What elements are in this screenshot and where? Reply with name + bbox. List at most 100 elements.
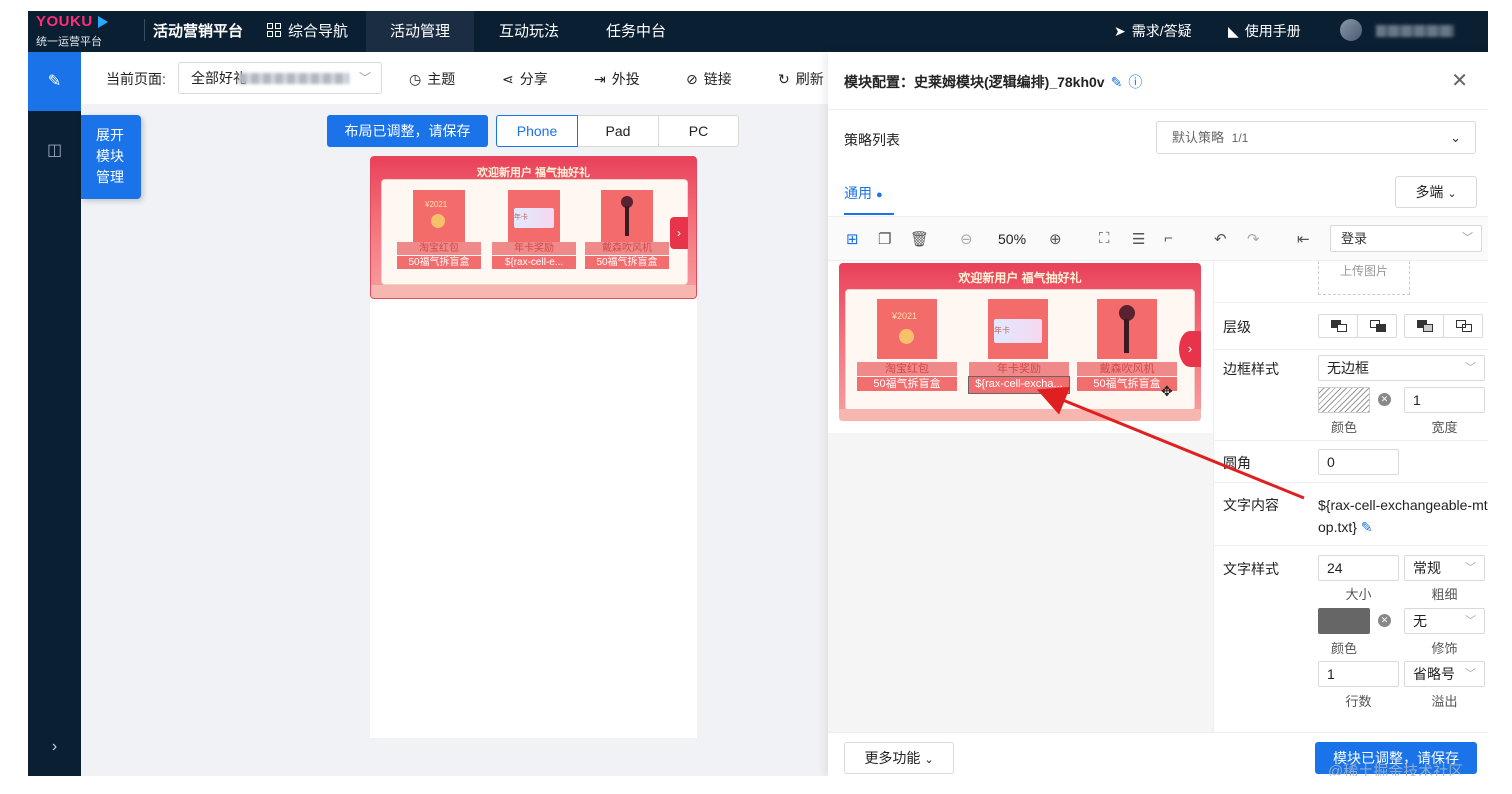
device-phone[interactable]: Phone — [496, 115, 578, 147]
strategy-label: 策略列表 — [844, 132, 900, 148]
login-state-select[interactable]: 登录 ﹀ — [1330, 225, 1482, 252]
lottery-banner-large[interactable]: 欢迎新用户 福气抽好礼 ¥2021 年卡 淘宝红包 50福气拆盲盒 年卡奖励 $… — [839, 263, 1201, 421]
gauge-icon: ◷ — [409, 71, 422, 87]
send-backward-icon[interactable] — [1357, 314, 1397, 338]
bring-to-front-icon[interactable] — [1404, 314, 1444, 338]
fit-screen-icon[interactable]: ⛶ — [1099, 230, 1110, 247]
redo-icon[interactable]: ↷ — [1247, 230, 1260, 248]
card-icon: 年卡 — [988, 299, 1048, 359]
avatar[interactable] — [1340, 19, 1362, 41]
banner-bottom — [839, 409, 1201, 421]
divider — [144, 19, 145, 41]
bring-forward-icon[interactable] — [1318, 314, 1358, 338]
tool-label: 链接 — [703, 71, 732, 87]
zoom-in-icon[interactable]: ⊕ — [1049, 230, 1062, 248]
red-envelope-icon: ¥2021 — [877, 299, 937, 359]
decoration-label: 修饰 — [1431, 641, 1458, 656]
edit-icon[interactable]: ✎ — [1361, 519, 1373, 535]
text-content-text: ${rax-cell-exchangeable-mtop.txt} — [1318, 497, 1488, 535]
lottery-banner-small[interactable]: 欢迎新用户 福气抽好礼 ¥2021 年卡 淘宝红包 50福气拆盲盒 年卡奖励 $… — [370, 156, 697, 299]
send-to-back-icon[interactable] — [1443, 314, 1483, 338]
font-weight-select[interactable]: 常规 ﹀ — [1404, 555, 1485, 581]
editor-canvas[interactable]: 欢迎新用户 福气抽好礼 ¥2021 年卡 淘宝红包 50福气拆盲盒 年卡奖励 $… — [828, 261, 1213, 732]
chevron-right-icon[interactable]: › — [670, 217, 688, 249]
panel-title-text: 模块配置：史莱姆模块(逻辑编排)_78kh0v — [844, 74, 1105, 90]
youku-logo[interactable]: YOUKU 统一运营平台 — [36, 13, 131, 49]
layout-save-hint[interactable]: 布局已调整，请保存 — [327, 115, 488, 147]
expand-line: 模块 — [96, 148, 124, 164]
clear-icon[interactable]: ✕ — [1378, 393, 1391, 406]
help-icon[interactable]: ⓘ — [1128, 74, 1142, 90]
chevron-right-icon[interactable]: › — [28, 738, 81, 756]
user-name-blurred[interactable] — [1376, 25, 1454, 37]
selected-text-element[interactable]: ${rax-cell-excha... — [968, 376, 1070, 394]
clear-icon[interactable]: ✕ — [1378, 614, 1391, 627]
nav-interactive-play[interactable]: 互动玩法 — [499, 11, 559, 52]
manual-label: 使用手册 — [1244, 23, 1301, 39]
phone-preview: 欢迎新用户 福气抽好礼 ¥2021 年卡 淘宝红包 50福气拆盲盒 年卡奖励 $… — [370, 156, 697, 738]
copy-icon[interactable]: ❐ — [878, 230, 891, 248]
blurred-text — [239, 73, 349, 84]
radius-input[interactable]: 0 — [1318, 449, 1399, 475]
color-label: 颜色 — [1330, 420, 1357, 435]
chevron-right-icon[interactable]: › — [1179, 331, 1201, 367]
nav-task-center[interactable]: 任务中台 — [606, 11, 666, 52]
chevron-down-icon: ﹀ — [1465, 615, 1476, 627]
add-icon[interactable]: ⊞ — [846, 230, 859, 248]
undo-icon[interactable]: ↶ — [1214, 230, 1227, 248]
left-sidebar: ✎ ◫ › — [28, 52, 81, 776]
page-select[interactable]: 全部好礼 ﹀ — [178, 62, 382, 94]
border-width-input[interactable]: 1 — [1404, 387, 1485, 413]
external-button[interactable]: ⇥ 外投 — [594, 69, 640, 89]
overflow-select[interactable]: 省略号 ﹀ — [1404, 661, 1485, 687]
font-size-input[interactable]: 24 — [1318, 555, 1399, 581]
strategy-count: 1/1 — [1231, 131, 1249, 145]
item-name: 年卡奖励 — [492, 242, 576, 255]
border-color-swatch[interactable] — [1318, 387, 1370, 413]
border-style-select[interactable]: 无边框 ﹀ — [1318, 355, 1485, 381]
preview-icon[interactable]: ⇤ — [1297, 230, 1310, 248]
list-icon[interactable]: ☰ — [1132, 230, 1145, 248]
manual-link[interactable]: ◣ 使用手册 — [1228, 11, 1301, 52]
tab-label: 通用 — [844, 185, 872, 201]
item-sub: 50福气拆盲盒 — [397, 256, 481, 269]
strategy-select[interactable]: 默认策略 1/1 ⌄ — [1156, 121, 1476, 154]
device-pad[interactable]: Pad — [577, 115, 659, 147]
chevron-down-icon: ﹀ — [1465, 668, 1476, 680]
line-count-input[interactable]: 1 — [1318, 661, 1399, 687]
chevron-down-icon: ﹀ — [358, 71, 371, 85]
tab-general[interactable]: 通用 ● — [844, 183, 894, 215]
align-icon[interactable]: ⌐ — [1164, 230, 1173, 247]
zoom-out-icon[interactable]: ⊖ — [960, 230, 973, 248]
grid-icon — [267, 23, 282, 38]
item-sub: 50福气拆盲盒 — [585, 256, 669, 269]
more-functions-button[interactable]: 更多功能 ⌄ — [844, 742, 954, 774]
share-button[interactable]: ⋖ 分享 — [502, 69, 548, 89]
multi-end-dropdown[interactable]: 多端 ⌄ — [1395, 176, 1477, 208]
theme-button[interactable]: ◷ 主题 — [409, 69, 455, 89]
nav-activity-management[interactable]: 活动管理 — [366, 11, 474, 52]
layout-icon[interactable]: ◫ — [28, 140, 81, 164]
item-tag: ¥2021 — [425, 200, 448, 209]
device-pc[interactable]: PC — [658, 115, 739, 147]
nav-overview[interactable]: 综合导航 — [267, 11, 348, 52]
decoration-select[interactable]: 无 ﹀ — [1404, 608, 1485, 634]
link-button[interactable]: ⊘ 链接 — [686, 69, 732, 89]
text-color-swatch[interactable] — [1318, 608, 1370, 634]
upload-image-box[interactable]: 上传图片 — [1318, 261, 1410, 295]
logo-subtitle: 统一运营平台 — [36, 36, 102, 48]
page-toolbar: 当前页面: 全部好礼 ﹀ ◷ 主题 ⋖ 分享 ⇥ 外投 ⊘ 链接 ↻ 刷新 — [81, 52, 828, 104]
chevron-down-icon: ⌄ — [924, 754, 934, 766]
close-icon[interactable]: ✕ — [1451, 68, 1468, 93]
edit-icon[interactable]: ✎ — [28, 52, 81, 111]
text-content-value[interactable]: ${rax-cell-exchangeable-mtop.txt} ✎ — [1318, 494, 1488, 538]
edit-icon[interactable]: ✎ — [1111, 74, 1123, 90]
help-link[interactable]: ➤ 需求/答疑 — [1114, 11, 1192, 52]
logo-brand: YOUKU — [36, 13, 93, 30]
platform-name[interactable]: 活动营销平台 — [153, 11, 243, 52]
refresh-button[interactable]: ↻ 刷新 — [778, 69, 828, 89]
banner-title: 欢迎新用户 福气抽好礼 — [958, 271, 1082, 285]
strategy-value: 默认策略 — [1172, 130, 1225, 145]
delete-icon[interactable]: 🗑 — [910, 230, 929, 248]
expand-module-manage-button[interactable]: 展开 模块 管理 — [81, 115, 141, 199]
